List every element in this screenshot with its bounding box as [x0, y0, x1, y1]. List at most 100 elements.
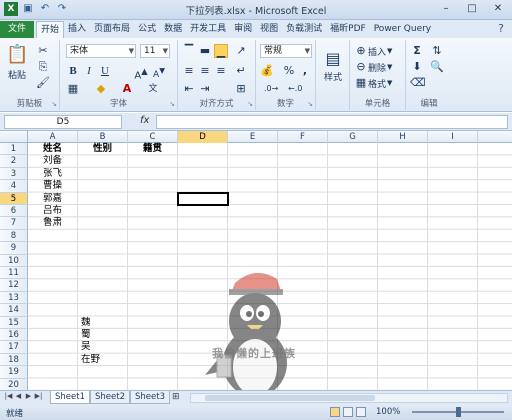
page-break-view-icon[interactable]	[356, 407, 366, 417]
row-header[interactable]: 9	[0, 242, 28, 255]
next-sheet-icon[interactable]: ▶	[24, 392, 33, 400]
clear-icon[interactable]: ⌫	[410, 76, 426, 90]
cell-a4[interactable]: 曹操	[40, 180, 78, 192]
row-header[interactable]: 12	[0, 279, 28, 292]
column-header-h[interactable]: H	[378, 131, 428, 143]
borders-icon[interactable]: ▦	[66, 82, 80, 96]
font-shrink-icon[interactable]: A▼	[152, 64, 166, 80]
orientation-icon[interactable]: ↗	[234, 44, 248, 58]
row-header[interactable]: 2	[0, 155, 28, 168]
formula-input[interactable]	[156, 115, 508, 129]
bold-icon[interactable]: B	[66, 64, 80, 78]
align-bottom-icon[interactable]: ▁	[214, 44, 228, 58]
zoom-slider[interactable]	[412, 407, 504, 417]
prev-sheet-icon[interactable]: ◀	[14, 392, 23, 400]
cell-a6[interactable]: 吕布	[40, 205, 78, 217]
column-header-a[interactable]: A	[28, 131, 78, 143]
row-header[interactable]: 19	[0, 366, 28, 379]
row-header[interactable]: 10	[0, 254, 28, 267]
tab-formulas[interactable]: 公式	[134, 21, 160, 38]
row-header[interactable]: 4	[0, 180, 28, 193]
paste-button[interactable]: 📋 粘贴	[6, 44, 28, 81]
font-size-select[interactable]: 11 ▼	[140, 44, 170, 58]
row-header[interactable]: 17	[0, 341, 28, 354]
align-center-icon[interactable]: ≡	[198, 64, 212, 78]
italic-icon[interactable]: I	[82, 64, 96, 78]
column-header-i[interactable]: I	[428, 131, 478, 143]
align-left-icon[interactable]: ≡	[182, 64, 196, 78]
row-header[interactable]: 11	[0, 267, 28, 280]
comma-style-button[interactable]: ,	[298, 64, 312, 78]
fill-icon[interactable]: ⬇	[410, 60, 424, 74]
zoom-level[interactable]: 100%	[376, 407, 400, 417]
help-icon[interactable]: ?	[494, 22, 508, 36]
row-header[interactable]: 13	[0, 291, 28, 305]
find-select-icon[interactable]: 🔍	[430, 60, 444, 74]
tab-home[interactable]: 开始	[36, 21, 65, 38]
select-all-button[interactable]	[0, 131, 28, 143]
page-layout-view-icon[interactable]	[343, 407, 353, 417]
sheet-tab-sheet2[interactable]: Sheet2	[90, 391, 130, 404]
copy-icon[interactable]: ⎘	[36, 60, 50, 74]
row-header[interactable]: 1	[0, 143, 28, 156]
decrease-indent-icon[interactable]: ⇤	[182, 82, 196, 96]
row-header[interactable]: 3	[0, 167, 28, 181]
insert-sheet-icon[interactable]: ⊞	[172, 392, 180, 402]
tab-developer[interactable]: 开发工具	[186, 21, 230, 38]
cell-b17[interactable]: 吴	[78, 341, 126, 353]
tab-file[interactable]: 文件	[0, 21, 35, 38]
tab-insert[interactable]: 插入	[64, 21, 90, 38]
column-header-d[interactable]: D	[178, 131, 228, 143]
format-painter-icon[interactable]: 🖌	[36, 76, 50, 90]
increase-indent-icon[interactable]: ⇥	[198, 82, 212, 96]
tab-page-layout[interactable]: 页面布局	[90, 21, 134, 38]
tab-power-query[interactable]: Power Query	[370, 21, 435, 38]
column-header-e[interactable]: E	[228, 131, 278, 143]
row-header[interactable]: 14	[0, 304, 28, 317]
cell-b1[interactable]: 性别	[90, 143, 128, 155]
row-header[interactable]: 20	[0, 378, 28, 390]
align-middle-icon[interactable]: ▬	[198, 44, 212, 58]
scrollbar-thumb[interactable]	[205, 395, 375, 401]
align-right-icon[interactable]: ≡	[214, 64, 228, 78]
cell-a3[interactable]: 张飞	[40, 168, 78, 180]
tab-review[interactable]: 审阅	[230, 21, 256, 38]
alignment-launcher-icon[interactable]: ↘	[247, 100, 253, 108]
insert-cells-button[interactable]: ⊕ 插入 ▼	[354, 44, 392, 58]
tab-load-test[interactable]: 负载测试	[282, 21, 326, 38]
horizontal-scrollbar[interactable]	[190, 393, 508, 403]
merge-center-icon[interactable]: ⊞	[234, 82, 248, 96]
cell-c1[interactable]: 籍贯	[140, 143, 178, 155]
wrap-text-icon[interactable]: ↵	[234, 64, 248, 78]
column-header-c[interactable]: C	[128, 131, 178, 143]
clipboard-launcher-icon[interactable]: ↘	[51, 100, 57, 108]
phonetic-icon[interactable]: 文	[146, 82, 160, 96]
font-launcher-icon[interactable]: ↘	[169, 100, 175, 108]
autosum-icon[interactable]: Σ	[410, 44, 424, 58]
sort-filter-icon[interactable]: ⇅	[430, 44, 444, 58]
row-header[interactable]: 5	[0, 192, 28, 205]
cell-a5[interactable]: 郭嘉	[40, 193, 78, 205]
minimize-icon[interactable]: –	[434, 1, 458, 17]
font-name-select[interactable]: 宋体 ▼	[66, 44, 136, 58]
cell-b16[interactable]: 蜀	[78, 329, 126, 341]
tab-data[interactable]: 数据	[160, 21, 186, 38]
close-icon[interactable]: ✕	[486, 1, 510, 17]
column-header-f[interactable]: F	[278, 131, 328, 143]
last-sheet-icon[interactable]: ▶|	[34, 392, 43, 400]
delete-cells-button[interactable]: ⊖ 删除 ▼	[354, 60, 392, 74]
increase-decimal-icon[interactable]: .0→	[264, 82, 278, 96]
font-color-icon[interactable]: A	[120, 82, 134, 96]
cell-b18[interactable]: 在野	[78, 354, 126, 366]
row-header[interactable]: 7	[0, 217, 28, 230]
column-header-b[interactable]: B	[78, 131, 128, 143]
insert-function-button[interactable]: fx	[140, 115, 149, 126]
row-header[interactable]: 18	[0, 353, 28, 367]
cell-a2[interactable]: 刘备	[40, 155, 78, 167]
fill-color-icon[interactable]: ◆	[94, 82, 108, 96]
font-grow-icon[interactable]: A▲	[134, 64, 148, 81]
active-cell-cursor[interactable]	[177, 191, 229, 206]
row-header[interactable]: 8	[0, 229, 28, 243]
sheet-tab-sheet1[interactable]: Sheet1	[50, 391, 90, 404]
sheet-tab-sheet3[interactable]: Sheet3	[130, 391, 170, 404]
